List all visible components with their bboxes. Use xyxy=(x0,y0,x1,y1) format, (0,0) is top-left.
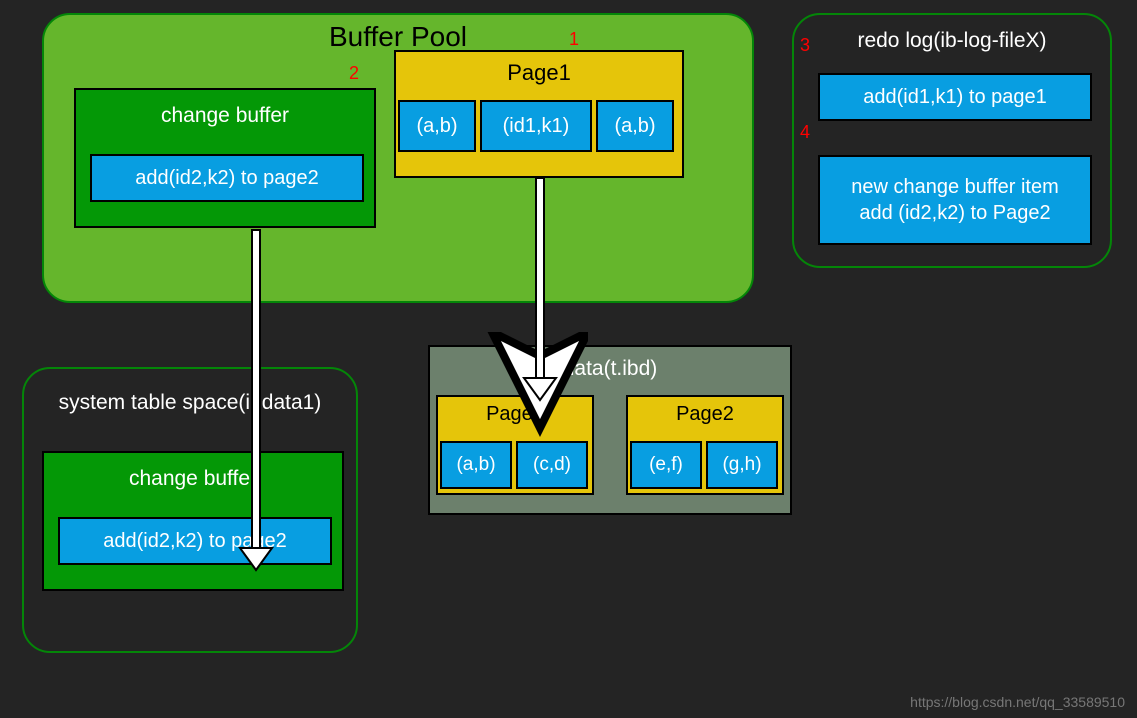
page1-box: Page1 (a,b) (id1,k1) (a,b) xyxy=(394,50,684,178)
step-marker-3: 3 xyxy=(800,35,810,56)
change-buffer-title: change buffer xyxy=(76,104,374,128)
redo-log-title: redo log(ib-log-fileX) xyxy=(794,29,1110,53)
page1-cell: (a,b) xyxy=(398,100,476,152)
data-page2-cells: (e,f) (g,h) xyxy=(630,441,778,489)
page1-title: Page1 xyxy=(396,60,682,86)
system-tablespace-box: system table space(ibdata1) change buffe… xyxy=(22,367,358,653)
change-buffer-entry-sys: add(id2,k2) to page2 xyxy=(58,517,332,565)
watermark-text: https://blog.csdn.net/qq_33589510 xyxy=(910,694,1125,710)
step-marker-1: 1 xyxy=(569,29,579,50)
data-page2-box: Page2 (e,f) (g,h) xyxy=(626,395,784,495)
change-buffer-box-sys: change buffer add(id2,k2) to page2 xyxy=(42,451,344,591)
data-file-title: data(t.ibd) xyxy=(430,357,790,381)
redo-log-box: redo log(ib-log-fileX) add(id1,k1) to pa… xyxy=(792,13,1112,268)
redo-log-entry-2: new change buffer item add (id2,k2) to P… xyxy=(818,155,1092,245)
data-page1-title: Page1 xyxy=(438,403,592,426)
data-page1-box: Page1 (a,b) (c,d) xyxy=(436,395,594,495)
redo-log-entry-2-line1: new change buffer item xyxy=(851,174,1059,200)
step-marker-2: 2 xyxy=(349,63,359,84)
system-tablespace-title: system table space(ibdata1) xyxy=(24,391,356,415)
page1-cell: (a,b) xyxy=(596,100,674,152)
data-file-box: data(t.ibd) Page1 (a,b) (c,d) Page2 (e,f… xyxy=(428,345,792,515)
change-buffer-box-pool: change buffer add(id2,k2) to page2 xyxy=(74,88,376,228)
redo-log-entry-2-line2: add (id2,k2) to Page2 xyxy=(859,200,1050,226)
page1-cells: (a,b) (id1,k1) (a,b) xyxy=(398,100,674,152)
data-page1-cells: (a,b) (c,d) xyxy=(440,441,588,489)
change-buffer-title-sys: change buffer xyxy=(44,467,342,491)
change-buffer-entry: add(id2,k2) to page2 xyxy=(90,154,364,202)
buffer-pool-box: Buffer Pool 1 2 change buffer add(id2,k2… xyxy=(42,13,754,303)
data-page2-cell: (e,f) xyxy=(630,441,702,489)
page1-cell: (id1,k1) xyxy=(480,100,592,152)
data-page1-cell: (c,d) xyxy=(516,441,588,489)
buffer-pool-title: Buffer Pool xyxy=(44,21,752,53)
redo-log-entry-1: add(id1,k1) to page1 xyxy=(818,73,1092,121)
step-marker-4: 4 xyxy=(800,122,810,143)
data-page2-cell: (g,h) xyxy=(706,441,778,489)
data-page2-title: Page2 xyxy=(628,403,782,426)
data-page1-cell: (a,b) xyxy=(440,441,512,489)
